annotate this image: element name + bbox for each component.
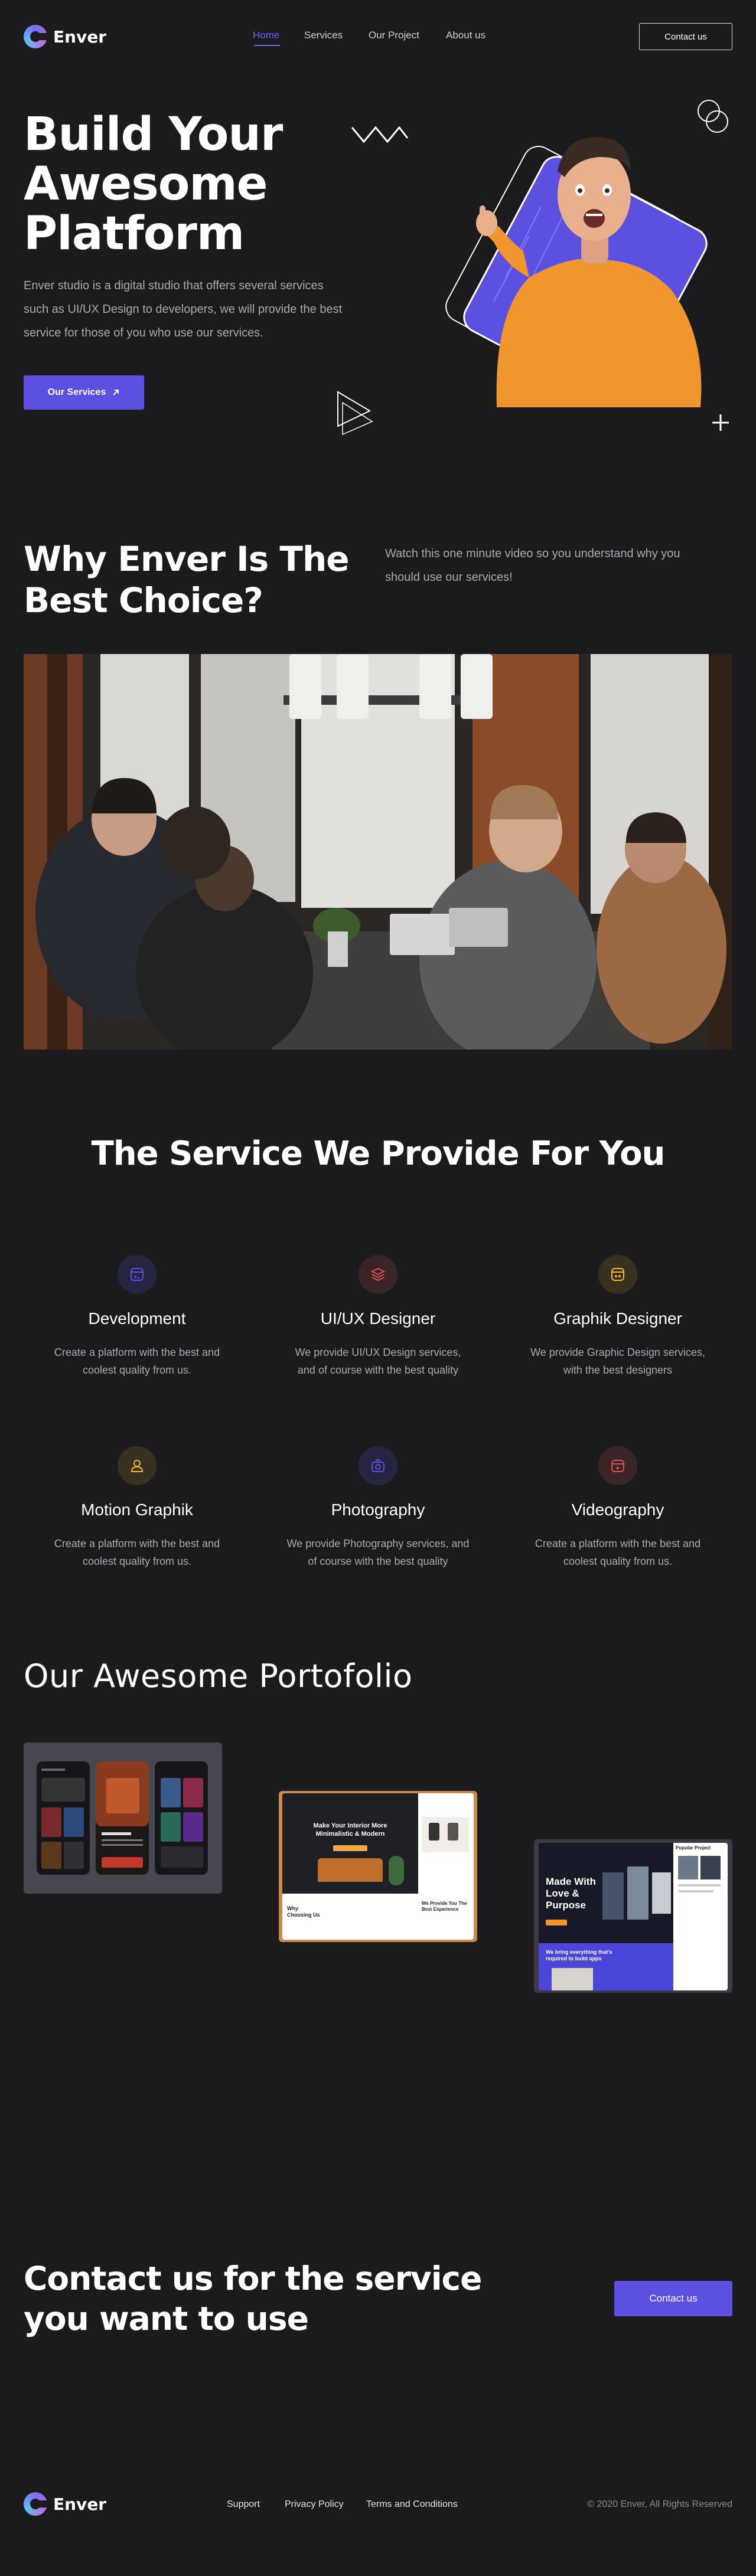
logo-icon: [24, 25, 47, 48]
service-title: UI/UX Designer: [320, 1309, 436, 1328]
service-description-line: Create a platform with the best and: [54, 1346, 220, 1358]
hero-description-line: service for those of you who use our ser…: [24, 326, 263, 339]
service-description-line: coolest quality from us.: [563, 1555, 673, 1567]
agency-heading-line: Love &: [546, 1888, 579, 1899]
hero-description: Enver studio is a digital studio that of…: [24, 274, 402, 345]
nav-about-us[interactable]: About us: [446, 30, 485, 41]
why-title: Why Enver Is The Best Choice?: [24, 538, 350, 621]
service-card-motion: Motion Graphik Create a platform with th…: [37, 1446, 237, 1570]
service-description: We provide Photography services, and of …: [278, 1535, 478, 1570]
footer-link-privacy[interactable]: Privacy Policy: [285, 2499, 344, 2510]
camera-icon: [359, 1446, 397, 1485]
interior-right-caption: We Provide You The Best Experience: [422, 1901, 474, 1913]
service-description-line: and of course with the best quality: [297, 1364, 459, 1376]
hero-description-line: such as UI/UX Design to developers, we w…: [24, 303, 343, 316]
service-description: Create a platform with the best and cool…: [517, 1535, 718, 1570]
contact-title-line: Contact us for the service: [24, 2260, 482, 2297]
service-description-line: of course with the best quality: [308, 1555, 448, 1567]
nav-home[interactable]: Home: [253, 30, 279, 41]
service-description-line: Create a platform with the best and: [54, 1538, 220, 1549]
hero-title-line: Build Your: [24, 108, 283, 161]
service-description: Create a platform with the best and cool…: [37, 1535, 237, 1570]
agency-heading-line: Purpose: [546, 1900, 586, 1911]
nav-services[interactable]: Services: [304, 30, 343, 41]
contact-title-line: you want to use: [24, 2300, 309, 2338]
hero-description-line: Enver studio is a digital studio that of…: [24, 279, 324, 292]
why-text-line: should use our services!: [385, 571, 513, 584]
service-description: Create a platform with the best and cool…: [37, 1343, 237, 1379]
agency-footer-line: We bring everything that's: [546, 1949, 612, 1955]
portfolio-item-interior-site[interactable]: Make Your Interior More Minimalistic & M…: [279, 1791, 477, 1942]
hero-title: Build Your Awesome Platform: [24, 108, 283, 260]
copyright: © 2020 Enver, All Rights Reserved: [587, 2499, 732, 2509]
monitor-icon: [118, 1255, 157, 1294]
video-icon: [598, 1446, 637, 1485]
user-icon: [118, 1446, 157, 1485]
service-description: We provide Graphic Design services, with…: [517, 1343, 718, 1379]
brand-logo[interactable]: Enver: [24, 25, 106, 48]
service-title: Motion Graphik: [81, 1501, 193, 1519]
agency-footer-line: required to build apps: [546, 1956, 602, 1962]
service-card-videography: Videography Create a platform with the b…: [517, 1446, 718, 1570]
footer-logo[interactable]: Enver: [24, 2492, 106, 2516]
layers-icon: [359, 1255, 397, 1294]
portfolio-item-agency-site[interactable]: Made With Love & Purpose Popular Project…: [534, 1839, 732, 1993]
service-description-line: We provide Graphic Design services,: [530, 1346, 705, 1358]
service-description-line: We provide Photography services, and: [286, 1538, 470, 1549]
agency-heading-line: Made With: [546, 1876, 596, 1887]
agency-footer-text: We bring everything that's required to b…: [546, 1949, 612, 1962]
service-description-line: with the best designers: [563, 1364, 673, 1376]
our-services-label: Our Services: [47, 387, 106, 397]
palette-icon: [598, 1255, 637, 1294]
service-title: Graphik Designer: [553, 1309, 682, 1328]
why-title-line: Why Enver Is The: [24, 539, 350, 579]
agency-side-label: Popular Project: [676, 1845, 711, 1851]
contact-button[interactable]: Contact us: [614, 2281, 732, 2316]
nav-active-indicator: [254, 45, 280, 46]
service-description: We provide UI/UX Design services, and of…: [278, 1343, 478, 1379]
service-card-graphic: Graphik Designer We provide Graphic Desi…: [517, 1255, 718, 1379]
arrow-up-right-icon: [113, 390, 119, 395]
service-title: Videography: [571, 1501, 664, 1519]
why-title-line: Best Choice?: [24, 580, 263, 620]
service-title: Development: [88, 1309, 186, 1328]
interior-heading-line: Minimalistic & Modern: [315, 1830, 385, 1838]
interior-right-caption-line: We Provide You The: [422, 1901, 467, 1906]
services-title: The Service We Provide For You: [91, 1135, 666, 1173]
interior-heading-line: Make Your Interior More: [313, 1822, 387, 1829]
service-description-line: coolest quality from us.: [82, 1555, 192, 1567]
interior-caption-line: Why: [287, 1905, 298, 1911]
portfolio-title: Our Awesome Portofolio: [24, 1658, 413, 1695]
hero-person-image: [445, 136, 708, 407]
service-card-photography: Photography We provide Photography servi…: [278, 1446, 478, 1570]
interior-heading: Make Your Interior More Minimalistic & M…: [282, 1822, 418, 1838]
brand-name: Enver: [53, 2494, 107, 2514]
why-text-line: Watch this one minute video so you under…: [385, 547, 680, 560]
our-services-button[interactable]: Our Services: [24, 375, 144, 410]
agency-heading: Made With Love & Purpose: [546, 1876, 596, 1911]
portfolio-item-movie-app[interactable]: [24, 1743, 222, 1894]
team-video-image[interactable]: [24, 654, 732, 1050]
interior-caption: Why Choosing Us: [287, 1905, 320, 1918]
interior-caption-line: Choosing Us: [287, 1912, 320, 1918]
hero-title-line: Platform: [24, 207, 245, 260]
service-card-development: Development Create a platform with the b…: [37, 1255, 237, 1379]
nav-contact-button[interactable]: Contact us: [639, 23, 732, 50]
footer-link-terms[interactable]: Terms and Conditions: [366, 2499, 458, 2510]
zigzag-icon: [351, 126, 409, 143]
hero-title-line: Awesome: [24, 158, 268, 211]
nav-our-project[interactable]: Our Project: [369, 30, 419, 41]
service-description-line: coolest quality from us.: [82, 1364, 192, 1376]
service-title: Photography: [331, 1501, 425, 1519]
why-text: Watch this one minute video so you under…: [385, 542, 739, 589]
contact-title: Contact us for the service you want to u…: [24, 2258, 482, 2339]
service-description-line: Create a platform with the best and: [535, 1538, 701, 1549]
service-description-line: We provide UI/UX Design services,: [295, 1346, 461, 1358]
triangle-icon: [337, 391, 373, 436]
footer-link-support[interactable]: Support: [227, 2499, 260, 2510]
brand-name: Enver: [53, 27, 107, 47]
logo-icon: [24, 2492, 47, 2516]
service-card-uiux: UI/UX Designer We provide UI/UX Design s…: [278, 1255, 478, 1379]
interior-right-caption-line: Best Experience: [422, 1907, 459, 1912]
